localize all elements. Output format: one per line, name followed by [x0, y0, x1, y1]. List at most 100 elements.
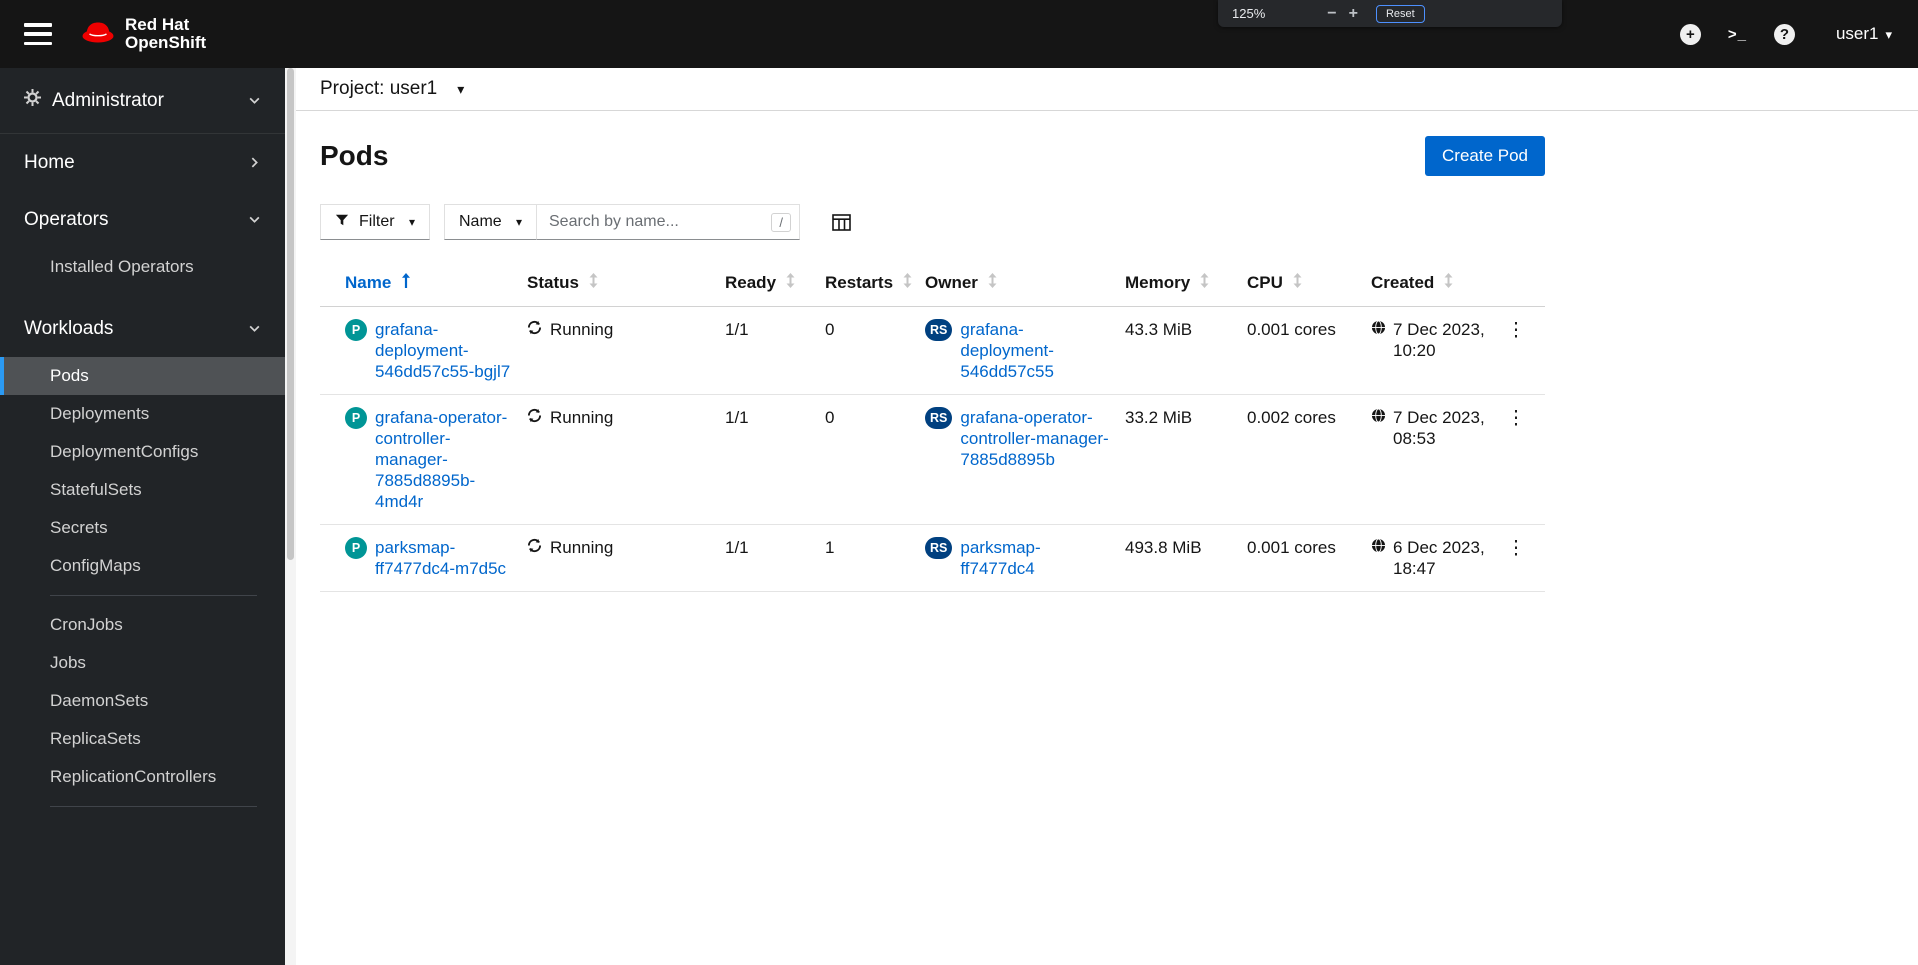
column-header-owner[interactable]: Owner: [925, 273, 997, 293]
status-text: Running: [550, 538, 614, 557]
table-row: P parksmap-ff7477dc4-m7d5c Running 1/1 1: [320, 524, 1545, 592]
zoom-in-button[interactable]: [1343, 6, 1364, 22]
sidebar-item-jobs[interactable]: Jobs: [0, 644, 285, 682]
column-header-memory[interactable]: Memory: [1125, 273, 1209, 293]
sort-icon: [1293, 273, 1302, 293]
status-text: Running: [550, 320, 614, 339]
main-content: Project: user1 Pods Create Pod Filter: [296, 68, 1918, 965]
sidebar-item-pods[interactable]: Pods: [0, 357, 285, 395]
ready-cell: 1/1: [725, 524, 825, 592]
zoom-reset-button[interactable]: Reset: [1375, 4, 1425, 23]
owner-link[interactable]: grafana-operator-controller-manager-7885…: [960, 407, 1112, 470]
running-status-icon: [527, 319, 542, 340]
terminal-icon[interactable]: [1728, 26, 1747, 43]
owner-link[interactable]: parksmap-ff7477dc4: [960, 537, 1112, 579]
project-value: user1: [389, 78, 438, 99]
column-header-restarts[interactable]: Restarts: [825, 273, 912, 293]
caret-down-icon: [409, 216, 415, 228]
sidebar-item-replicasets[interactable]: ReplicaSets: [0, 720, 285, 758]
sidebar-item-deployments[interactable]: Deployments: [0, 395, 285, 433]
search-attribute-dropdown[interactable]: Name: [444, 204, 537, 240]
status-text: Running: [550, 408, 614, 427]
redhat-fedora-icon: [80, 14, 116, 55]
perspective-label: Administrator: [52, 89, 164, 111]
filter-dropdown[interactable]: Filter: [320, 204, 430, 240]
page-title: Pods: [320, 140, 389, 171]
column-header-status[interactable]: Status: [527, 273, 598, 293]
brand-line2: OpenShift: [125, 33, 207, 52]
sidebar-scrollbar[interactable]: [285, 68, 296, 965]
table-header-row: Name Status Ready Restarts Owner Memory …: [320, 260, 1545, 307]
sidebar-item-home[interactable]: Home: [0, 134, 285, 191]
pod-link[interactable]: parksmap-ff7477dc4-m7d5c: [375, 537, 519, 579]
sidebar-item-deploymentconfigs[interactable]: DeploymentConfigs: [0, 433, 285, 471]
user-name: user1: [1835, 24, 1879, 43]
replicaset-badge: RS: [925, 407, 953, 429]
table-row: P grafana-operator-controller-manager-78…: [320, 394, 1545, 525]
column-management-icon[interactable]: [832, 213, 851, 231]
column-header-cpu[interactable]: CPU: [1247, 273, 1302, 293]
search-input[interactable]: [537, 213, 772, 231]
kebab-menu-icon[interactable]: [1499, 407, 1534, 430]
quick-create-icon[interactable]: [1679, 23, 1701, 45]
brand-line1: Red Hat: [125, 15, 190, 34]
caret-down-icon: [1885, 28, 1892, 41]
pod-link[interactable]: grafana-deployment-546dd57c55-bgjl7: [375, 319, 519, 382]
sort-icon: [903, 273, 912, 293]
sidebar-item-operators[interactable]: Operators: [0, 191, 285, 248]
kebab-menu-icon[interactable]: [1499, 319, 1534, 342]
chevron-down-icon: [248, 322, 261, 335]
sidebar-item-secrets[interactable]: Secrets: [0, 509, 285, 547]
sidebar-item-cronjobs[interactable]: CronJobs: [0, 606, 285, 644]
column-header-created[interactable]: Created: [1371, 273, 1453, 293]
project-selector[interactable]: Project: user1: [320, 78, 464, 100]
pod-badge: P: [345, 407, 367, 429]
restarts-cell: 1: [825, 524, 925, 592]
sidebar-item-daemonsets[interactable]: DaemonSets: [0, 682, 285, 720]
sidebar-item-installed-operators[interactable]: Installed Operators: [0, 248, 285, 286]
gear-icon: [24, 89, 41, 112]
chevron-right-icon: [248, 156, 261, 169]
column-header-name[interactable]: Name: [345, 273, 411, 293]
caret-down-icon: [516, 216, 522, 228]
sort-icon: [1200, 273, 1209, 293]
zoom-out-button[interactable]: [1321, 6, 1342, 22]
cpu-cell: 0.002 cores: [1247, 394, 1371, 525]
create-pod-button[interactable]: Create Pod: [1425, 136, 1545, 176]
filter-toolbar: Filter Name /: [320, 204, 1545, 240]
help-icon[interactable]: [1773, 23, 1795, 45]
sidebar-item-replicationcontrollers[interactable]: ReplicationControllers: [0, 758, 285, 796]
sidebar-item-workloads[interactable]: Workloads: [0, 300, 285, 357]
project-label: Project:: [320, 78, 385, 99]
pods-table: Name Status Ready Restarts Owner Memory …: [320, 260, 1545, 592]
pod-badge: P: [345, 319, 367, 341]
kebab-menu-icon[interactable]: [1499, 537, 1534, 560]
brand-logo: Red Hat OpenShift: [80, 14, 206, 55]
perspective-switcher[interactable]: Administrator: [0, 68, 285, 134]
memory-cell: 493.8 MiB: [1125, 524, 1247, 592]
nav-toggle-icon[interactable]: [24, 23, 52, 45]
created-timestamp: 7 Dec 2023, 08:53: [1393, 408, 1485, 448]
restarts-cell: 0: [825, 394, 925, 525]
scrollbar-thumb[interactable]: [287, 68, 294, 560]
table-row: P grafana-deployment-546dd57c55-bgjl7 Ru…: [320, 306, 1545, 395]
owner-link[interactable]: grafana-deployment-546dd57c55: [960, 319, 1112, 382]
user-menu[interactable]: user1: [1836, 24, 1892, 44]
browser-zoom-overlay: 125% Reset: [1218, 0, 1562, 27]
running-status-icon: [527, 537, 542, 558]
globe-icon: [1371, 537, 1386, 558]
sort-icon: [1444, 273, 1453, 293]
globe-icon: [1371, 407, 1386, 428]
column-header-ready[interactable]: Ready: [725, 273, 795, 293]
pod-link[interactable]: grafana-operator-controller-manager-7885…: [375, 407, 519, 512]
replicaset-badge: RS: [925, 319, 953, 341]
created-timestamp: 7 Dec 2023, 10:20: [1393, 320, 1485, 360]
sidebar: Administrator Home Operators Installed O…: [0, 68, 285, 965]
sidebar-item-configmaps[interactable]: ConfigMaps: [0, 547, 285, 585]
memory-cell: 33.2 MiB: [1125, 394, 1247, 525]
running-status-icon: [527, 407, 542, 428]
caret-down-icon: [457, 82, 464, 96]
sidebar-item-statefulsets[interactable]: StatefulSets: [0, 471, 285, 509]
created-timestamp: 6 Dec 2023, 18:47: [1393, 538, 1485, 578]
chevron-down-icon: [248, 94, 261, 107]
